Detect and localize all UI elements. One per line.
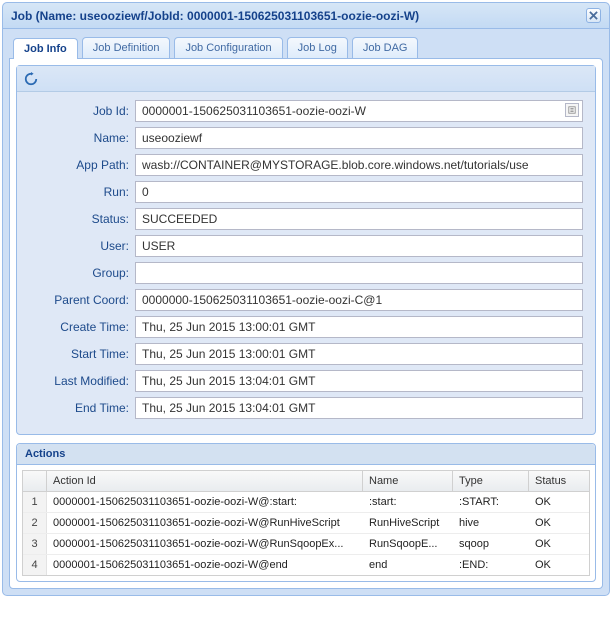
- tab-job-info[interactable]: Job Info: [13, 38, 78, 59]
- label-job-id: Job Id:: [25, 104, 135, 118]
- cell-type: hive: [453, 513, 529, 533]
- label-start-time: Start Time:: [25, 347, 135, 361]
- field-status[interactable]: [135, 208, 583, 230]
- label-run: Run:: [25, 185, 135, 199]
- cell-name: :start:: [363, 492, 453, 512]
- grid-header-status[interactable]: Status: [529, 471, 593, 491]
- field-parent-coord[interactable]: [135, 289, 583, 311]
- tabpanel-job-info: Job Id:: [9, 58, 603, 589]
- label-name: Name:: [25, 131, 135, 145]
- refresh-button[interactable]: [23, 71, 39, 87]
- grid-body: 1 0000001-150625031103651-oozie-oozi-W@:…: [22, 492, 590, 576]
- field-start-time[interactable]: [135, 343, 583, 365]
- tab-job-dag[interactable]: Job DAG: [352, 37, 419, 58]
- window-title: Job (Name: useooziewf/JobId: 0000001-150…: [11, 9, 419, 23]
- field-group[interactable]: [135, 262, 583, 284]
- table-row[interactable]: 3 0000001-150625031103651-oozie-oozi-W@R…: [23, 534, 589, 555]
- cell-rownum: 4: [23, 555, 47, 575]
- tab-job-configuration[interactable]: Job Configuration: [174, 37, 282, 58]
- field-job-id[interactable]: [135, 100, 583, 122]
- job-window: Job (Name: useooziewf/JobId: 0000001-150…: [2, 2, 610, 596]
- label-user: User:: [25, 239, 135, 253]
- job-id-trigger[interactable]: [565, 103, 579, 117]
- cell-rownum: 3: [23, 534, 47, 554]
- cell-status: OK: [529, 555, 593, 575]
- toolbar: [17, 66, 595, 92]
- field-run[interactable]: [135, 181, 583, 203]
- grid-header-name[interactable]: Name: [363, 471, 453, 491]
- field-user[interactable]: [135, 235, 583, 257]
- actions-grid: Action Id Name Type Status 1 0000001-150…: [17, 465, 595, 581]
- close-button[interactable]: [586, 8, 601, 23]
- field-create-time[interactable]: [135, 316, 583, 338]
- field-last-modified[interactable]: [135, 370, 583, 392]
- grid-header-type[interactable]: Type: [453, 471, 529, 491]
- actions-panel: Actions Action Id Name Type Status 1 000…: [16, 443, 596, 582]
- cell-name: RunSqoopE...: [363, 534, 453, 554]
- label-group: Group:: [25, 266, 135, 280]
- label-last-modified: Last Modified:: [25, 374, 135, 388]
- cell-action-id: 0000001-150625031103651-oozie-oozi-W@Run…: [47, 513, 363, 533]
- table-row[interactable]: 1 0000001-150625031103651-oozie-oozi-W@:…: [23, 492, 589, 513]
- refresh-icon: [24, 72, 38, 86]
- cell-action-id: 0000001-150625031103651-oozie-oozi-W@:st…: [47, 492, 363, 512]
- table-row[interactable]: 2 0000001-150625031103651-oozie-oozi-W@R…: [23, 513, 589, 534]
- form-area: Job Id:: [17, 92, 595, 434]
- field-end-time[interactable]: [135, 397, 583, 419]
- cell-name: RunHiveScript: [363, 513, 453, 533]
- cell-name: end: [363, 555, 453, 575]
- cell-rownum: 2: [23, 513, 47, 533]
- tab-job-definition[interactable]: Job Definition: [82, 37, 171, 58]
- label-parent-coord: Parent Coord:: [25, 293, 135, 307]
- grid-header-rownum[interactable]: [23, 471, 47, 491]
- actions-title: Actions: [17, 444, 595, 465]
- cell-status: OK: [529, 534, 593, 554]
- label-create-time: Create Time:: [25, 320, 135, 334]
- table-row[interactable]: 4 0000001-150625031103651-oozie-oozi-W@e…: [23, 555, 589, 575]
- grid-header-row: Action Id Name Type Status: [22, 470, 590, 492]
- detail-icon: [568, 106, 576, 114]
- tabstrip: Job Info Job Definition Job Configuratio…: [9, 35, 603, 58]
- field-app-path[interactable]: [135, 154, 583, 176]
- titlebar[interactable]: Job (Name: useooziewf/JobId: 0000001-150…: [3, 3, 609, 29]
- cell-rownum: 1: [23, 492, 47, 512]
- field-name[interactable]: [135, 127, 583, 149]
- cell-action-id: 0000001-150625031103651-oozie-oozi-W@end: [47, 555, 363, 575]
- grid-header-action-id[interactable]: Action Id: [47, 471, 363, 491]
- cell-type: :END:: [453, 555, 529, 575]
- cell-status: OK: [529, 513, 593, 533]
- label-app-path: App Path:: [25, 158, 135, 172]
- cell-type: sqoop: [453, 534, 529, 554]
- label-status: Status:: [25, 212, 135, 226]
- cell-status: OK: [529, 492, 593, 512]
- cell-action-id: 0000001-150625031103651-oozie-oozi-W@Run…: [47, 534, 363, 554]
- tab-job-log[interactable]: Job Log: [287, 37, 348, 58]
- close-icon: [589, 11, 598, 20]
- cell-type: :START:: [453, 492, 529, 512]
- job-info-panel: Job Id:: [16, 65, 596, 435]
- label-end-time: End Time:: [25, 401, 135, 415]
